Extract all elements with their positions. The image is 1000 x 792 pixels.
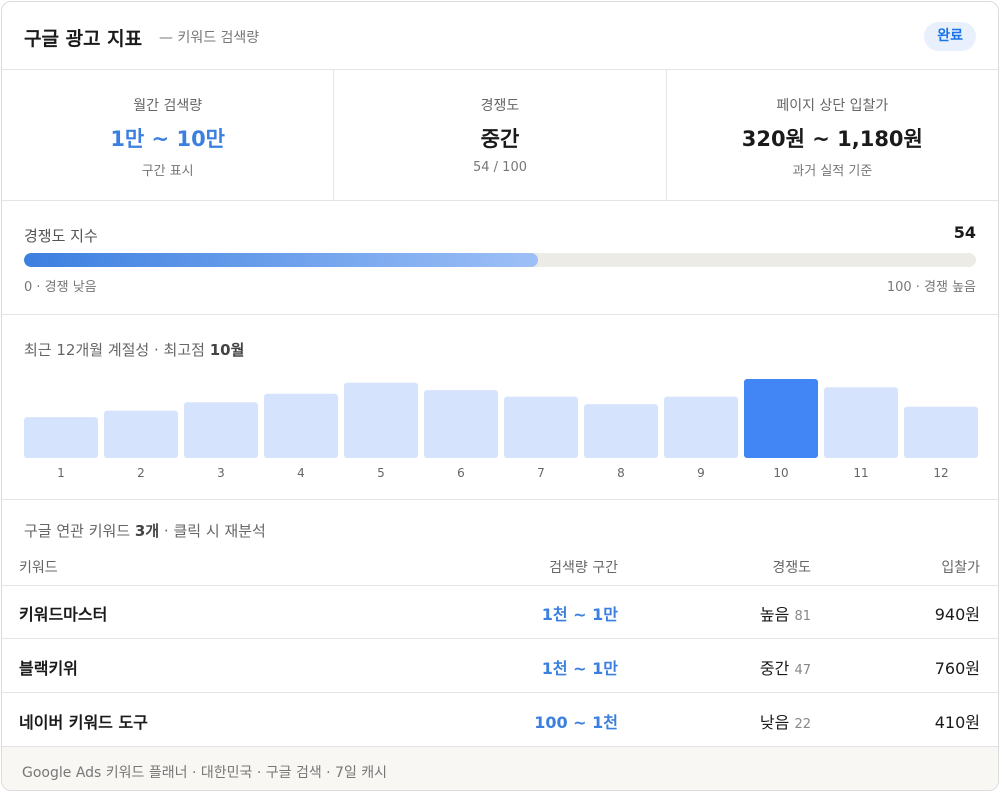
seasonality-bar-4 bbox=[264, 393, 338, 458]
seasonality-bar-2 bbox=[104, 410, 178, 458]
stats-row: 월간 검색량 1만 ~ 10만 구간 표시 경쟁도 중간 54 / 100 페이… bbox=[2, 70, 998, 201]
seasonality-peak-month: 10월 bbox=[209, 341, 245, 359]
related-bid: 940원 bbox=[934, 605, 980, 624]
related-volume: 1천 ~ 1만 bbox=[541, 659, 618, 678]
stat-top-of-page-bid: 페이지 상단 입찰가 320원 ~ 1,180원 과거 실적 기준 bbox=[667, 70, 998, 200]
card-header: 구글 광고 지표 — 키워드 검색량 완료 bbox=[2, 2, 998, 70]
seasonality-tick-label: 8 bbox=[617, 466, 625, 480]
seasonality-bar-5 bbox=[344, 382, 418, 458]
seasonality-bar-1 bbox=[24, 417, 98, 458]
competition-score: 22 bbox=[794, 717, 811, 732]
competition-index-section: 경쟁도 지수 54 0 · 경쟁 낮음 100 · 경쟁 높음 bbox=[2, 201, 998, 315]
seasonality-bar-chart: 1 2 3 4 5 6 7 8 9 10 11 12 bbox=[24, 379, 978, 480]
stat-value: 320원 ~ 1,180원 bbox=[741, 127, 923, 151]
related-volume: 1천 ~ 1만 bbox=[541, 605, 618, 624]
seasonality-tick-label: 10 bbox=[773, 466, 788, 480]
stat-note: 54 / 100 bbox=[472, 160, 527, 175]
card-title: 구글 광고 지표 bbox=[24, 28, 143, 50]
seasonality-tick-label: 3 bbox=[217, 466, 225, 480]
card-footer: Google Ads 키워드 플래너 · 대한민국 · 구글 검색 · 7일 캐… bbox=[2, 746, 998, 790]
stat-competition: 경쟁도 중간 54 / 100 bbox=[334, 70, 667, 200]
related-competition: 중간 47 bbox=[760, 655, 811, 679]
stat-label: 페이지 상단 입찰가 bbox=[776, 98, 889, 114]
competition-level: 높음 bbox=[759, 605, 790, 624]
scale-high-label: 100 · 경쟁 높음 bbox=[886, 280, 976, 295]
competition-progress-track bbox=[24, 253, 976, 267]
seasonality-tick-label: 9 bbox=[697, 466, 705, 480]
col-header-volume: 검색량 구간 bbox=[549, 560, 618, 576]
card-subtitle: — 키워드 검색량 bbox=[159, 30, 260, 46]
related-keyword: 네이버 키워드 도구 bbox=[19, 713, 148, 732]
seasonality-bar-10 bbox=[744, 379, 818, 458]
related-keywords-title: 구글 연관 키워드 3개 · 클릭 시 재분석 bbox=[24, 522, 266, 540]
competition-level: 낮음 bbox=[759, 713, 790, 732]
related-competition: 높음 81 bbox=[760, 601, 811, 625]
seasonality-title: 최근 12개월 계절성 · 최고점 10월 bbox=[24, 339, 244, 360]
seasonality-tick-label: 4 bbox=[297, 466, 305, 480]
keyword-metrics-card: 구글 광고 지표 — 키워드 검색량 완료 월간 검색량 1만 ~ 10만 구간… bbox=[1, 1, 999, 791]
stat-value: 중간 bbox=[480, 127, 520, 151]
stat-monthly-volume: 월간 검색량 1만 ~ 10만 구간 표시 bbox=[2, 70, 335, 200]
seasonality-bar-11 bbox=[824, 387, 898, 458]
table-row[interactable]: 블랙키위 1천 ~ 1만 중간 47 760원 bbox=[2, 640, 998, 693]
seasonality-bar-6 bbox=[424, 390, 498, 458]
related-keywords-section: 구글 연관 키워드 3개 · 클릭 시 재분석 키워드 검색량 구간 경쟁도 입… bbox=[2, 500, 998, 746]
col-header-keyword: 키워드 bbox=[19, 560, 58, 576]
seasonality-tick-label: 7 bbox=[537, 466, 545, 480]
related-bid: 760원 bbox=[934, 659, 980, 678]
competition-score: 47 bbox=[794, 663, 811, 678]
scale-low-label: 0 · 경쟁 낮음 bbox=[24, 280, 97, 295]
seasonality-bar-3 bbox=[184, 402, 258, 458]
table-row[interactable]: 네이버 키워드 도구 100 ~ 1천 낮음 22 410원 bbox=[2, 694, 998, 747]
related-bid: 410원 bbox=[934, 713, 980, 732]
seasonality-bar-12 bbox=[904, 406, 978, 458]
competition-progress-fill bbox=[24, 253, 539, 267]
seasonality-title-prefix: 최근 12개월 계절성 · 최고점 bbox=[24, 341, 210, 359]
seasonality-tick-label: 2 bbox=[137, 466, 145, 480]
col-header-competition: 경쟁도 bbox=[772, 560, 811, 576]
seasonality-tick-label: 12 bbox=[933, 466, 948, 480]
related-volume: 100 ~ 1천 bbox=[534, 713, 618, 732]
stat-note: 구간 표시 bbox=[141, 164, 194, 179]
seasonality-tick-label: 1 bbox=[57, 466, 65, 480]
competition-score: 81 bbox=[794, 609, 811, 624]
status-badge: 완료 bbox=[924, 22, 976, 51]
seasonality-bar-8 bbox=[584, 404, 658, 458]
competition-level: 중간 bbox=[759, 659, 790, 678]
related-keyword: 블랙키위 bbox=[19, 659, 78, 678]
seasonality-tick-label: 11 bbox=[853, 466, 868, 480]
stat-value: 1만 ~ 10만 bbox=[110, 127, 226, 151]
competition-index-score: 54 bbox=[953, 223, 976, 242]
related-keyword: 키워드마스터 bbox=[19, 605, 108, 624]
stat-note: 과거 실적 기준 bbox=[792, 164, 873, 179]
seasonality-section: 최근 12개월 계절성 · 최고점 10월 1 2 3 4 5 6 7 8 9 10 11 12 bbox=[2, 315, 998, 500]
seasonality-bar-7 bbox=[504, 396, 578, 458]
table-row[interactable]: 키워드마스터 1천 ~ 1만 높음 81 940원 bbox=[2, 586, 998, 639]
related-competition: 낮음 22 bbox=[760, 709, 811, 733]
stat-label: 경쟁도 bbox=[480, 98, 520, 114]
seasonality-tick-label: 5 bbox=[377, 466, 385, 480]
col-header-bid: 입찰가 bbox=[941, 560, 980, 576]
competition-index-label: 경쟁도 지수 bbox=[24, 227, 98, 245]
footer-source-text: Google Ads 키워드 플래너 · 대한민국 · 구글 검색 · 7일 캐… bbox=[22, 765, 388, 781]
table-header: 키워드 검색량 구간 경쟁도 입찰가 bbox=[2, 550, 998, 586]
stat-label: 월간 검색량 bbox=[133, 98, 203, 114]
seasonality-bar-9 bbox=[664, 396, 738, 458]
seasonality-tick-label: 6 bbox=[457, 466, 465, 480]
